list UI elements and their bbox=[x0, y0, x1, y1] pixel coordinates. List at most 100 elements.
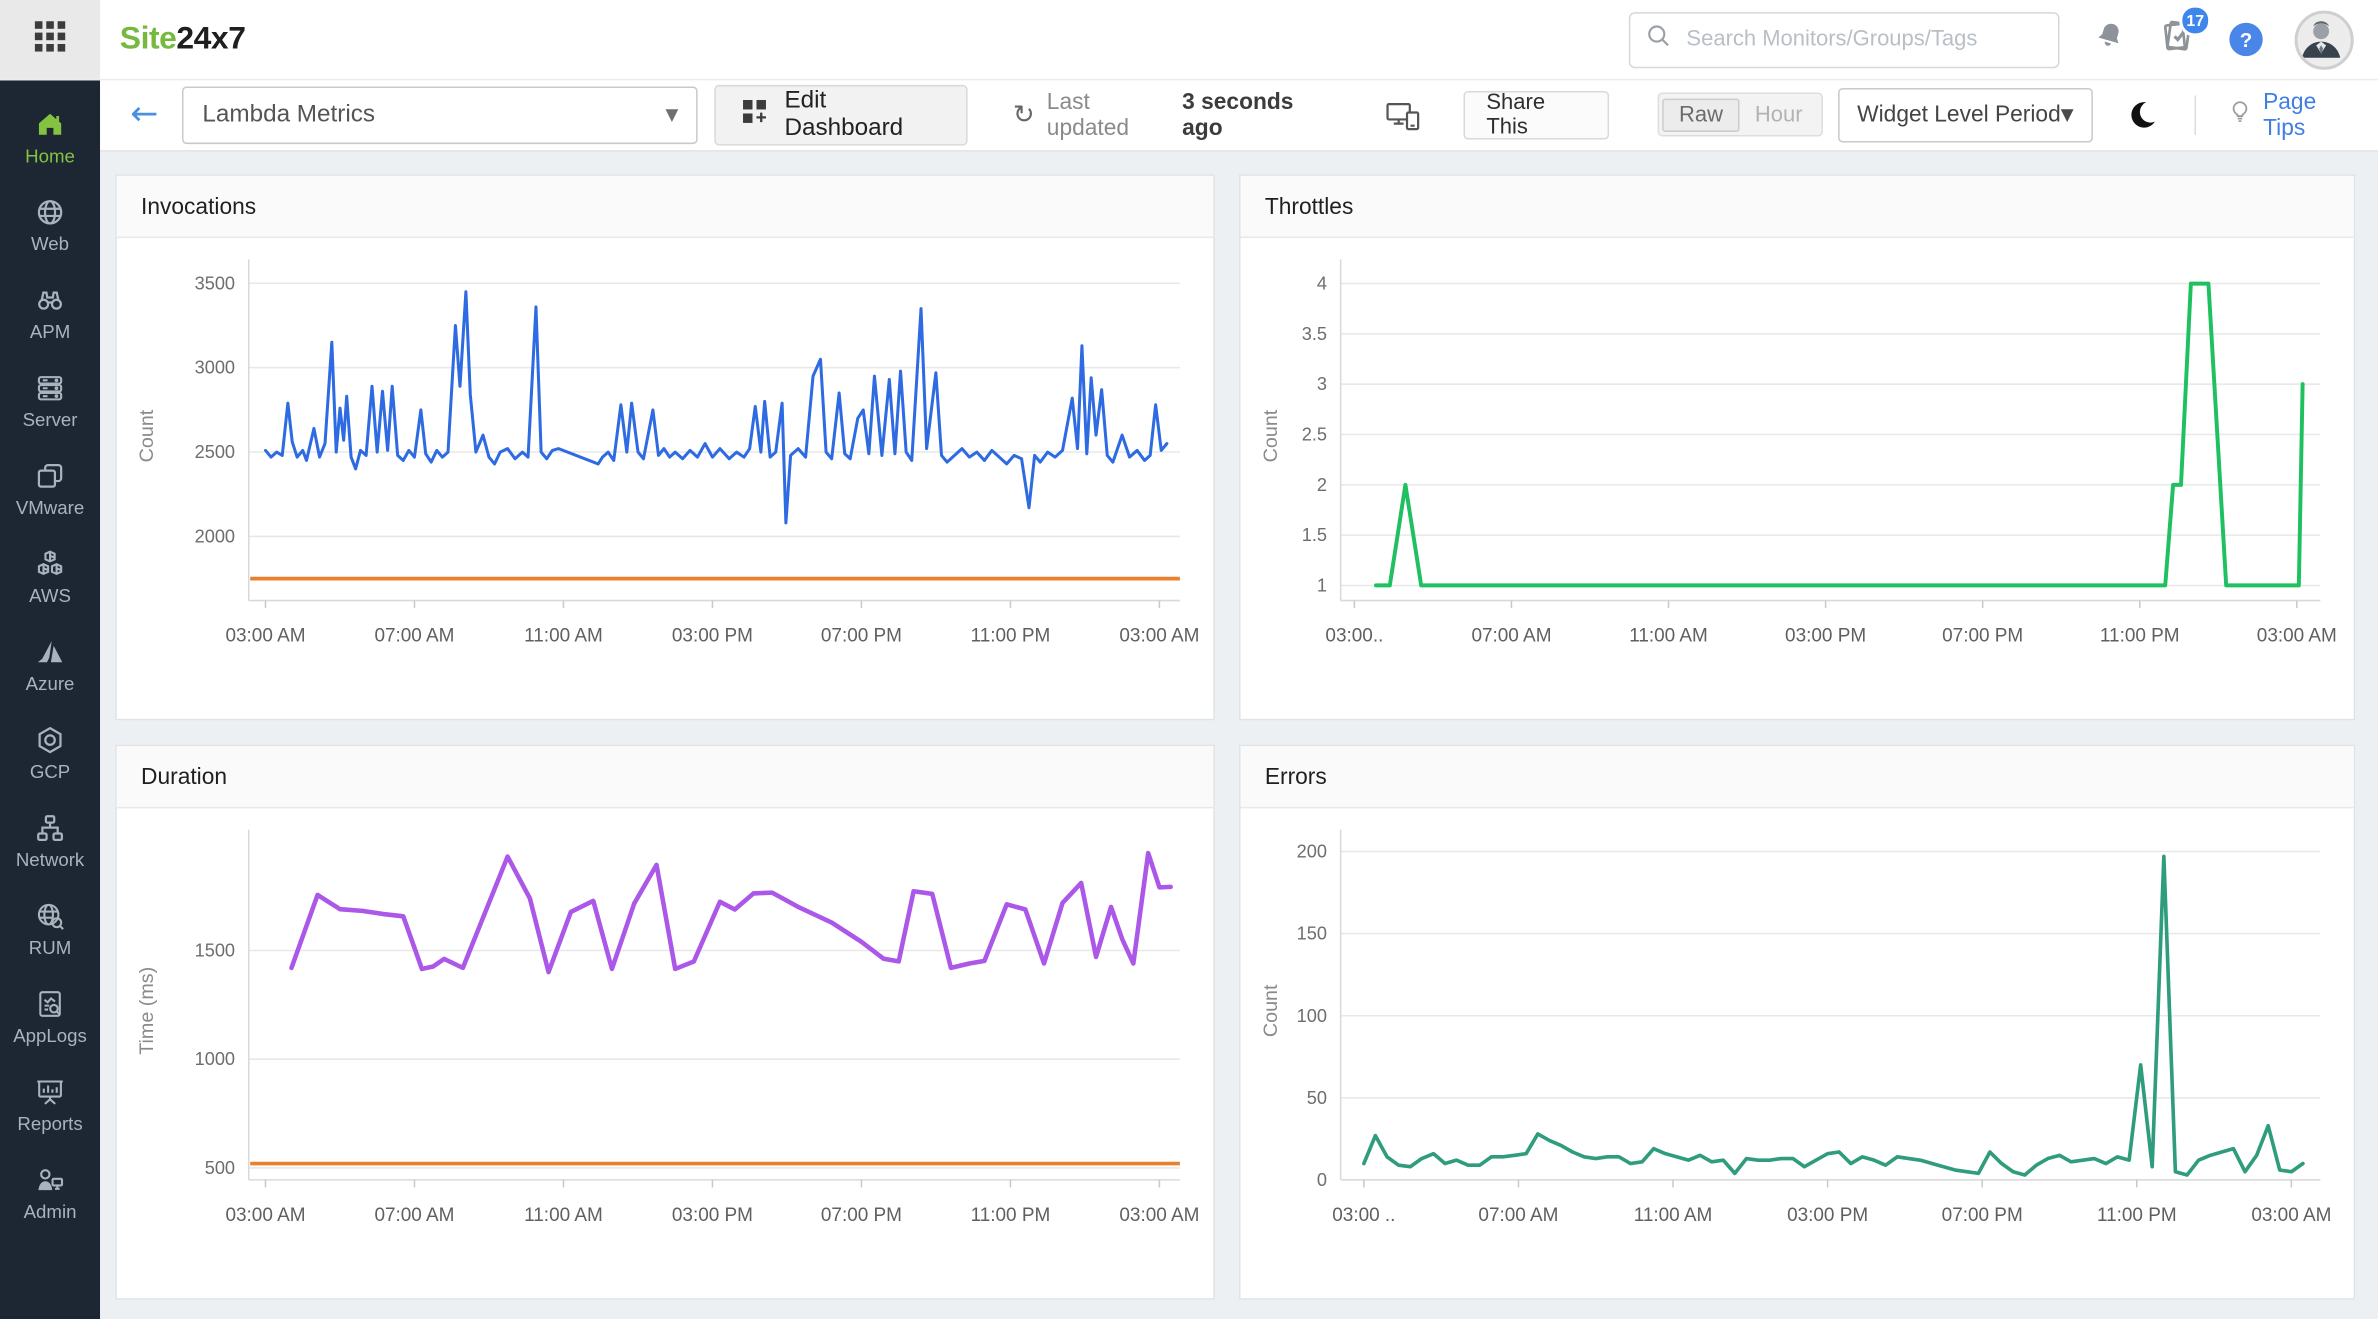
share-this-label: Share This bbox=[1486, 90, 1546, 139]
apps-grid-button[interactable] bbox=[0, 0, 101, 79]
throttles-chart[interactable]: 1 1.5 2 2.5 3 3.5 4 03:00.. 07:00 AM 11:00 AM 03:0… bbox=[1241, 238, 2354, 719]
svg-text:11:00 PM: 11:00 PM bbox=[2097, 1205, 2177, 1226]
home-icon bbox=[33, 108, 66, 141]
errors-chart[interactable]: 0 50 100 150 200 03:00 .. 07:00 AM 11:00 AM 03:0… bbox=[1241, 808, 2354, 1298]
sidebar-item-gcp[interactable]: GCP bbox=[0, 710, 100, 798]
svg-text:3.5: 3.5 bbox=[1302, 324, 1327, 344]
period-select-value: Widget Level Period bbox=[1857, 101, 2061, 128]
widget-level-period-select[interactable]: Widget Level Period ▼ bbox=[1837, 87, 2094, 142]
reports-icon bbox=[33, 1075, 66, 1108]
refresh-icon[interactable]: ↻ bbox=[1013, 99, 1035, 129]
bell-icon bbox=[2091, 17, 2127, 61]
dark-mode-moon-icon[interactable] bbox=[2127, 99, 2159, 131]
panel-title: Duration bbox=[141, 763, 228, 790]
duration-panel: Duration 500 1000 1500 03:00 AM 07:00 AM 11:0… bbox=[115, 744, 1215, 1300]
help-button[interactable]: ? bbox=[2229, 22, 2263, 57]
sidebar-item-admin[interactable]: Admin bbox=[0, 1150, 100, 1238]
devices-icon[interactable] bbox=[1385, 98, 1421, 131]
dashboard-toolbar: ← Lambda Metrics ▼ Edit Dashboard ↻ Last… bbox=[100, 78, 2378, 152]
sidebar-item-aws[interactable]: AWS bbox=[0, 534, 100, 622]
svg-text:Time (ms): Time (ms) bbox=[136, 967, 158, 1055]
binoculars-icon bbox=[33, 284, 66, 317]
sidebar-item-label: APM bbox=[29, 321, 71, 343]
vmware-icon bbox=[33, 460, 66, 493]
globe-icon bbox=[33, 196, 66, 229]
svg-text:4: 4 bbox=[1317, 274, 1327, 294]
sidebar-item-applogs[interactable]: AppLogs bbox=[0, 974, 100, 1062]
user-avatar[interactable] bbox=[2294, 9, 2354, 70]
sidebar-item-label: Network bbox=[15, 849, 85, 871]
invocations-panel: Invocations 2000 2500 3000 3500 03:00 AM 07:0… bbox=[115, 174, 1215, 721]
duration-chart[interactable]: 500 1000 1500 03:00 AM 07:00 AM 11:00 AM 03:00… bbox=[117, 808, 1213, 1298]
site24x7-logo[interactable]: Site24x7 bbox=[120, 21, 246, 57]
svg-text:1: 1 bbox=[1317, 576, 1327, 596]
sidebar-item-label: AppLogs bbox=[13, 1025, 87, 1047]
last-updated-value: 3 seconds ago bbox=[1182, 88, 1294, 141]
sidebar-item-vmware[interactable]: VMware bbox=[0, 446, 100, 534]
svg-text:2500: 2500 bbox=[195, 442, 235, 462]
svg-text:11:00 AM: 11:00 AM bbox=[1629, 626, 1708, 647]
sidebar-item-home[interactable]: Home bbox=[0, 94, 100, 182]
sidebar-item-web[interactable]: Web bbox=[0, 182, 100, 270]
svg-text:03:00 PM: 03:00 PM bbox=[672, 1205, 753, 1226]
svg-text:11:00 PM: 11:00 PM bbox=[2100, 626, 2180, 647]
svg-text:03:00 PM: 03:00 PM bbox=[672, 626, 753, 647]
apps-grid-icon bbox=[33, 19, 66, 60]
sidebar-item-label: VMware bbox=[15, 497, 85, 519]
svg-text:500: 500 bbox=[205, 1158, 235, 1178]
admin-icon bbox=[33, 1163, 66, 1196]
errors-panel: Errors 0 50 100 150 200 03:00 .. 07:00 AM 11:00… bbox=[1239, 744, 2356, 1300]
alerts-bell-button[interactable] bbox=[2091, 17, 2127, 61]
svg-text:03:00 AM: 03:00 AM bbox=[1119, 626, 1199, 647]
share-this-button[interactable]: Share This bbox=[1463, 90, 1610, 139]
svg-text:2000: 2000 bbox=[195, 527, 235, 547]
edit-dashboard-label: Edit Dashboard bbox=[784, 87, 904, 141]
svg-text:07:00 PM: 07:00 PM bbox=[821, 1205, 902, 1226]
svg-text:Count: Count bbox=[1260, 984, 1282, 1037]
svg-text:Count: Count bbox=[136, 409, 158, 462]
svg-text:03:00 AM: 03:00 AM bbox=[1119, 1205, 1199, 1226]
panel-header: Duration bbox=[116, 746, 1214, 809]
network-icon bbox=[33, 811, 66, 844]
notification-badge: 17 bbox=[2179, 4, 2212, 37]
sidebar-item-azure[interactable]: Azure bbox=[0, 622, 100, 710]
svg-text:07:00 AM: 07:00 AM bbox=[1471, 626, 1551, 647]
invocations-chart[interactable]: 2000 2500 3000 3500 03:00 AM 07:00 AM 11:00 AM… bbox=[117, 238, 1213, 719]
edit-dashboard-button[interactable]: Edit Dashboard bbox=[714, 84, 968, 145]
svg-text:03:00 ..: 03:00 .. bbox=[1332, 1205, 1395, 1226]
svg-text:200: 200 bbox=[1297, 842, 1327, 862]
svg-text:100: 100 bbox=[1297, 1006, 1327, 1026]
sidebar-item-apm[interactable]: APM bbox=[0, 270, 100, 358]
search-box bbox=[1628, 11, 2060, 68]
page-tips-button[interactable]: Page Tips bbox=[2227, 89, 2357, 140]
search-input[interactable] bbox=[1683, 25, 2043, 54]
sidebar-item-label: RUM bbox=[28, 937, 72, 959]
svg-text:3: 3 bbox=[1317, 374, 1327, 394]
dashboard-select-value: Lambda Metrics bbox=[202, 100, 375, 127]
svg-text:03:00 AM: 03:00 AM bbox=[2257, 626, 2337, 647]
server-icon bbox=[33, 372, 66, 405]
sidebar-item-network[interactable]: Network bbox=[0, 798, 100, 886]
toggle-raw[interactable]: Raw bbox=[1662, 97, 1740, 132]
last-updated-group: ↻ Last updated 3 seconds ago bbox=[1013, 89, 1330, 141]
sidebar-item-label: Reports bbox=[17, 1113, 83, 1135]
sidebar-item-label: Azure bbox=[25, 673, 75, 695]
dashboard-select[interactable]: Lambda Metrics ▼ bbox=[182, 85, 699, 144]
tasks-button[interactable]: 17 bbox=[2160, 4, 2212, 62]
panel-title: Errors bbox=[1264, 763, 1327, 790]
svg-text:11:00 AM: 11:00 AM bbox=[1634, 1205, 1713, 1226]
svg-text:1500: 1500 bbox=[195, 941, 235, 961]
sidebar-item-reports[interactable]: Reports bbox=[0, 1062, 100, 1150]
panel-title: Throttles bbox=[1264, 193, 1354, 220]
svg-text:Count: Count bbox=[1260, 409, 1282, 462]
sidebar-item-rum[interactable]: RUM bbox=[0, 886, 100, 974]
sidebar-item-label: Server bbox=[22, 409, 78, 431]
logo-text-dark: 24x7 bbox=[176, 21, 246, 57]
sidebar-item-server[interactable]: Server bbox=[0, 358, 100, 446]
toggle-hour[interactable]: Hour bbox=[1740, 99, 1818, 129]
panel-header: Invocations bbox=[116, 175, 1214, 239]
svg-text:0: 0 bbox=[1317, 1170, 1327, 1190]
chevron-down-icon: ▼ bbox=[2060, 104, 2074, 125]
aws-icon bbox=[33, 547, 66, 580]
back-arrow-button[interactable]: ← bbox=[130, 97, 158, 131]
